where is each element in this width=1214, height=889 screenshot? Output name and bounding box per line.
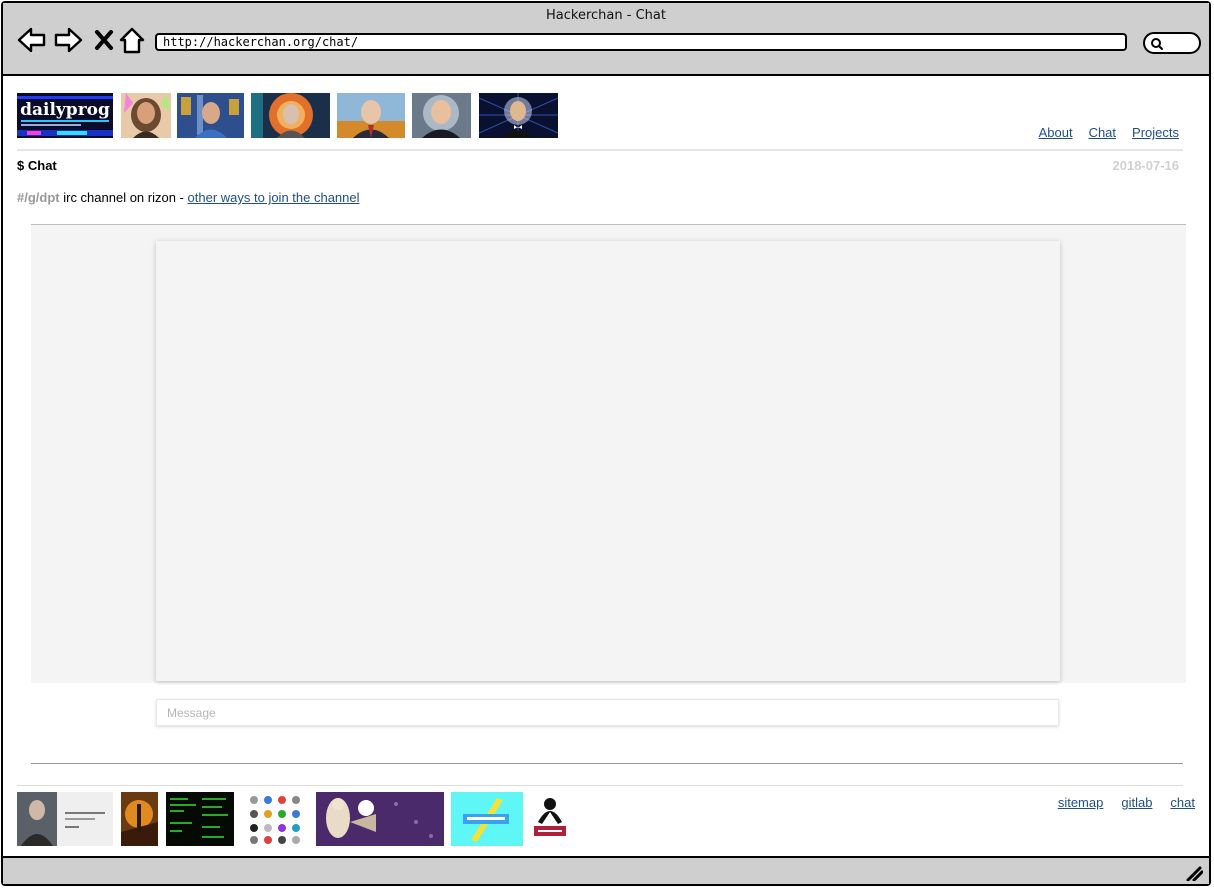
- chat-divider: [31, 763, 1183, 764]
- nav-link-projects[interactable]: Projects: [1132, 125, 1179, 140]
- chat-area: [31, 224, 1186, 683]
- page-date: 2018-07-16: [1112, 158, 1180, 173]
- stop-x-icon[interactable]: [90, 25, 120, 55]
- forward-arrow-icon[interactable]: [53, 25, 83, 55]
- nav-link-chat[interactable]: Chat: [1089, 125, 1116, 140]
- chat-message-log[interactable]: [156, 241, 1060, 681]
- footer-thumb-4[interactable]: [242, 792, 309, 846]
- footer-nav: sitemap gitlab chat: [1058, 795, 1195, 810]
- header-divider: [17, 149, 1183, 151]
- join-channel-link[interactable]: other ways to join the channel: [188, 190, 360, 205]
- home-icon[interactable]: [117, 25, 147, 55]
- footer-divider: [17, 785, 1183, 786]
- web-page: dailyprog About Chat Projects $ Chat 201…: [3, 76, 1209, 856]
- footer-thumb-3[interactable]: [166, 792, 234, 846]
- footer-link-sitemap[interactable]: sitemap: [1058, 795, 1104, 810]
- banner-portrait-4: [337, 93, 405, 138]
- back-arrow-icon[interactable]: [17, 25, 47, 55]
- logo-text: dailyprog: [20, 100, 110, 120]
- page-title: $ Chat: [17, 158, 57, 173]
- page-title-text: Chat: [27, 158, 57, 173]
- top-nav: About Chat Projects: [1039, 125, 1179, 140]
- banner-portrait-5: [412, 93, 471, 138]
- address-bar[interactable]: http://hackerchan.org/chat/: [155, 33, 1127, 51]
- footer-thumb-6[interactable]: [451, 792, 523, 846]
- browser-window: Hackerchan - Chat http://hackerchan.org/…: [1, 1, 1211, 886]
- browser-search-box[interactable]: [1143, 32, 1201, 54]
- banner-portrait-2: [177, 93, 244, 138]
- footer-thumb-5[interactable]: [316, 792, 444, 846]
- message-input[interactable]: [156, 699, 1059, 726]
- channel-info: #/g/dpt irc channel on rizon - other way…: [17, 190, 360, 205]
- channel-description: irc channel on rizon -: [59, 190, 188, 205]
- footer-link-chat[interactable]: chat: [1170, 795, 1195, 810]
- dailyprog-logo[interactable]: dailyprog: [17, 93, 113, 138]
- page-title-prefix: $: [17, 158, 25, 173]
- channel-name: #/g/dpt: [17, 190, 60, 205]
- banner-portrait-6: [479, 93, 558, 138]
- footer-thumb-7[interactable]: [530, 792, 570, 846]
- banner-portrait-3: [251, 93, 330, 138]
- footer-link-gitlab[interactable]: gitlab: [1121, 795, 1152, 810]
- search-icon: [1151, 38, 1163, 50]
- browser-toolbar: Hackerchan - Chat http://hackerchan.org/…: [3, 3, 1209, 76]
- window-title: Hackerchan - Chat: [546, 8, 666, 23]
- nav-link-about[interactable]: About: [1039, 125, 1073, 140]
- footer-thumb-2[interactable]: [121, 792, 158, 846]
- footer-thumb-1[interactable]: [17, 792, 113, 846]
- resize-grip-icon[interactable]: [1185, 865, 1203, 881]
- browser-status-bar: [3, 856, 1209, 884]
- banner-portrait-1: [121, 93, 171, 138]
